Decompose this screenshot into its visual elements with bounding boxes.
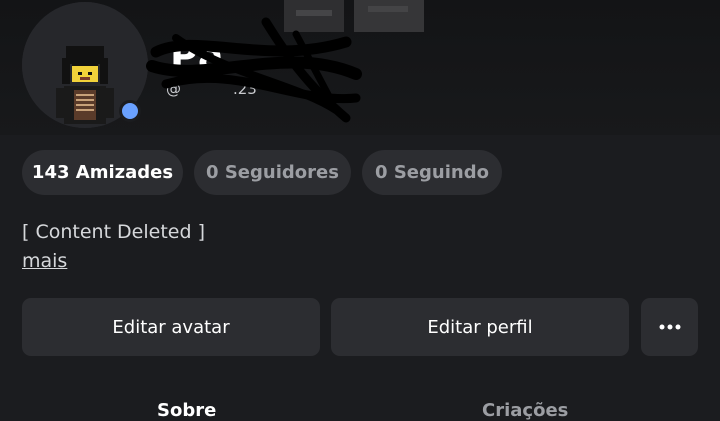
edit-profile-button[interactable]: Editar perfil bbox=[331, 298, 629, 356]
edit-avatar-button[interactable]: Editar avatar bbox=[22, 298, 320, 356]
redaction-scribble bbox=[146, 17, 362, 123]
tab-creations[interactable]: Criações bbox=[482, 400, 568, 421]
online-status-indicator bbox=[119, 100, 141, 122]
following-count-button[interactable]: 0 Seguindo bbox=[362, 150, 502, 195]
friends-count-button[interactable]: 143 Amizades bbox=[22, 150, 183, 195]
profile-bio: [ Content Deleted ] bbox=[22, 221, 205, 243]
more-options-button[interactable] bbox=[641, 298, 698, 356]
followers-count-button[interactable]: 0 Seguidores bbox=[194, 150, 351, 195]
tab-about[interactable]: Sobre bbox=[157, 400, 216, 421]
more-horizontal-icon bbox=[659, 324, 680, 330]
bio-more-link[interactable]: mais bbox=[22, 250, 67, 272]
